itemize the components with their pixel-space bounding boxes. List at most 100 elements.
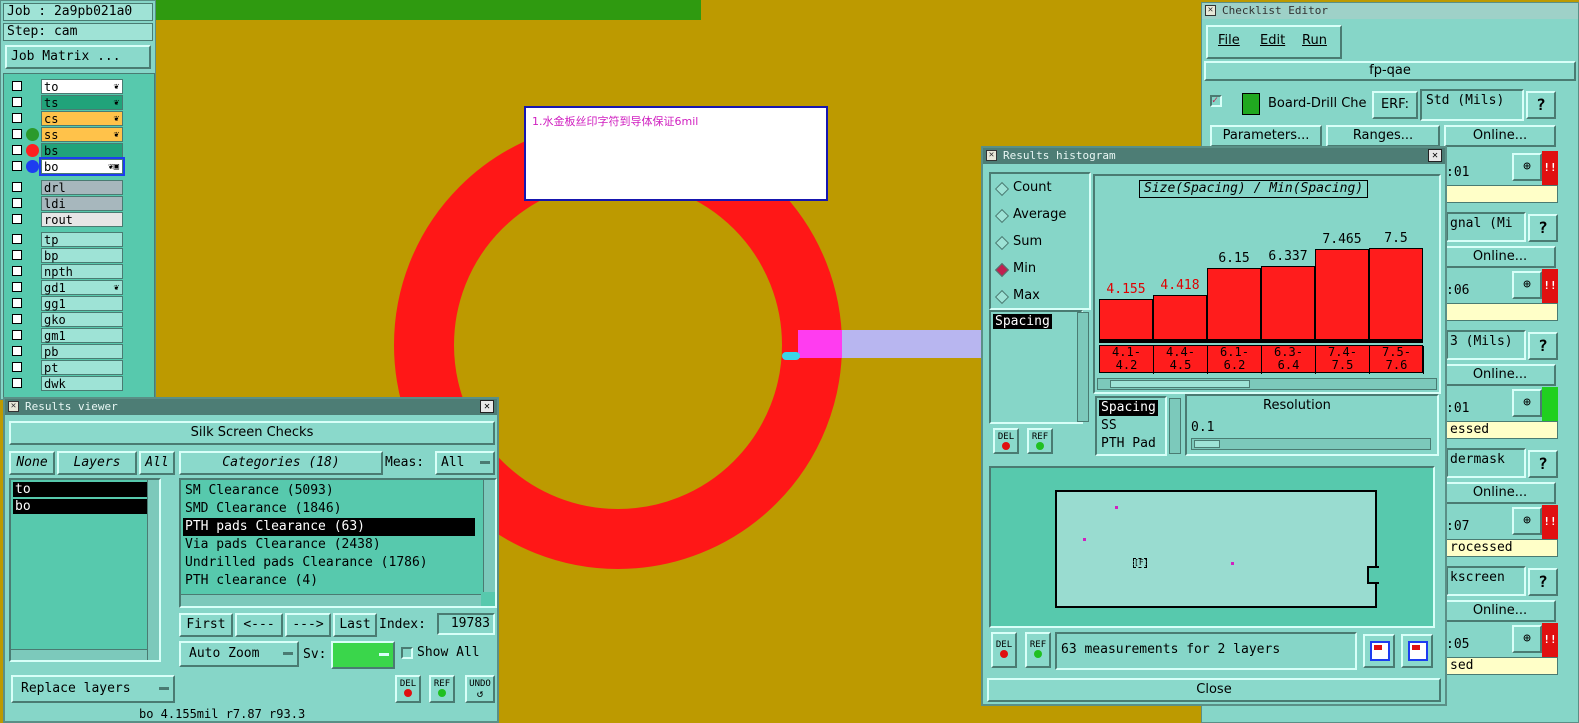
auto-zoom-select[interactable]: Auto Zoom <box>179 641 299 667</box>
layer-checkbox[interactable] <box>12 97 22 107</box>
layer-name[interactable]: gd1 ❦ <box>41 280 123 295</box>
meas-select[interactable]: All <box>435 451 495 475</box>
layer-checkbox[interactable] <box>12 346 22 356</box>
layer-row-drl[interactable]: drl <box>9 180 124 195</box>
layer-row-pt[interactable]: pt <box>9 360 124 375</box>
layer-row-rout[interactable]: rout <box>9 212 124 227</box>
layer-checkbox[interactable] <box>12 266 22 276</box>
board-preview[interactable]: [F] <box>989 466 1435 628</box>
layer-row-gg1[interactable]: gg1 <box>9 296 124 311</box>
job-matrix-button[interactable]: Job Matrix ... <box>5 45 151 69</box>
last-button[interactable]: Last <box>333 613 377 637</box>
online-button[interactable]: Online... <box>1444 246 1556 268</box>
histogram-layer-item[interactable]: PTH Pad <box>1099 436 1158 452</box>
layer-row-ts[interactable]: ts ❦ <box>9 95 124 110</box>
categories-hscroll[interactable] <box>181 594 481 606</box>
replace-layers-select[interactable]: Replace layers <box>11 675 175 703</box>
layer-row-cs[interactable]: cs ❦ <box>9 111 124 126</box>
category-item[interactable]: Via pads Clearance (2438) <box>183 536 475 554</box>
categories-listbox[interactable]: SM Clearance (5093) SMD Clearance (1846) P… <box>179 478 497 608</box>
next-button[interactable]: ---> <box>285 613 331 637</box>
mode-radio-count[interactable] <box>994 181 1010 197</box>
layer-name[interactable]: ss ❦ <box>41 127 123 142</box>
layer-row-tp[interactable]: tp <box>9 232 124 247</box>
none-button[interactable]: None <box>9 451 55 475</box>
layers-listbox[interactable]: to bo <box>9 478 161 662</box>
show-all-checkbox[interactable] <box>401 647 413 659</box>
category-item[interactable]: PTH clearance (4) <box>183 572 475 590</box>
histogram-layer-item[interactable]: Spacing <box>1099 400 1158 416</box>
window-menu-icon[interactable]: ✕ <box>986 150 997 161</box>
layer-checkbox[interactable] <box>12 234 22 244</box>
mode-radio-sum[interactable] <box>994 235 1010 251</box>
spacing-list-item[interactable]: Spacing <box>993 314 1052 329</box>
mode-radio-min[interactable] <box>994 262 1010 278</box>
mode-radio-average[interactable] <box>994 208 1010 224</box>
viewer-layer-item[interactable]: to <box>13 482 151 497</box>
layer-checkbox[interactable] <box>12 250 22 260</box>
histogram-bar[interactable] <box>1153 295 1207 340</box>
checklist-editor-titlebar[interactable]: ✕ Checklist Editor <box>1202 3 1578 19</box>
layer-name[interactable]: bs <box>41 143 123 158</box>
erf-button[interactable]: ERF: <box>1372 91 1418 119</box>
layer-checkbox[interactable] <box>12 145 22 155</box>
layer-name[interactable]: dwk <box>41 376 123 391</box>
layer-name[interactable]: drl <box>41 180 123 195</box>
chart-hscroll[interactable] <box>1097 378 1437 390</box>
layer-name[interactable]: npth <box>41 264 123 279</box>
layer-row-gd1[interactable]: gd1 ❦ <box>9 280 124 295</box>
layer-list-vscroll[interactable] <box>1169 398 1181 454</box>
layers-button[interactable]: Layers <box>57 451 137 475</box>
category-item[interactable]: SM Clearance (5093) <box>183 482 475 500</box>
online-button[interactable]: Online... <box>1444 600 1556 622</box>
help-button[interactable]: ? <box>1528 450 1558 478</box>
menu-edit[interactable]: Edit <box>1260 33 1285 48</box>
spacing-vscroll[interactable] <box>1077 312 1089 422</box>
del-button[interactable]: DEL <box>395 675 421 703</box>
close-button[interactable]: Close <box>987 678 1441 702</box>
online-button[interactable]: Online... <box>1444 482 1556 504</box>
help-button[interactable]: ? <box>1528 568 1558 596</box>
layer-name[interactable]: gko <box>41 312 123 327</box>
help-button-top[interactable]: ? <box>1526 91 1556 119</box>
window-menu-icon[interactable]: ✕ <box>1205 5 1216 16</box>
sv-color-select[interactable] <box>331 641 395 669</box>
mode-label[interactable]: Max <box>1013 288 1040 303</box>
histogram-bar[interactable] <box>1261 266 1315 340</box>
layer-affected-icon[interactable] <box>26 160 39 173</box>
ref-button-top[interactable]: REF <box>1027 428 1053 454</box>
layer-checkbox[interactable] <box>12 378 22 388</box>
layer-row-dwk[interactable]: dwk <box>9 376 124 391</box>
histogram-titlebar[interactable]: ✕ Results histogram ✕ <box>983 148 1445 164</box>
all-layers-button[interactable]: All <box>139 451 175 475</box>
menu-run[interactable]: Run <box>1302 33 1327 48</box>
layer-checkbox[interactable] <box>12 129 22 139</box>
online-button[interactable]: Online... <box>1444 364 1556 386</box>
layer-name[interactable]: pt <box>41 360 123 375</box>
close-icon[interactable]: ✕ <box>480 400 494 413</box>
layer-name[interactable]: gg1 <box>41 296 123 311</box>
layer-row-npth[interactable]: npth <box>9 264 124 279</box>
export-data-button[interactable] <box>1401 634 1433 668</box>
ref-button[interactable]: REF <box>429 675 455 703</box>
layer-row-bp[interactable]: bp <box>9 248 124 263</box>
histogram-bar[interactable] <box>1369 248 1423 340</box>
histogram-bar[interactable] <box>1207 268 1261 340</box>
layer-name[interactable]: pb <box>41 344 123 359</box>
mode-label[interactable]: Sum <box>1013 234 1042 249</box>
layers-vscroll[interactable] <box>147 480 159 660</box>
categories-button[interactable]: Categories (18) <box>179 451 383 475</box>
index-field[interactable]: 19783 <box>437 613 495 635</box>
category-item[interactable]: SMD Clearance (1846) <box>183 500 475 518</box>
category-item[interactable]: PTH pads Clearance (63) <box>183 518 475 536</box>
zoom-button[interactable]: ⊕ <box>1512 389 1542 417</box>
layer-checkbox[interactable] <box>12 198 22 208</box>
prev-button[interactable]: <--- <box>235 613 283 637</box>
layer-row-bo[interactable]: bo ❦▣ <box>9 157 125 176</box>
mode-label[interactable]: Average <box>1013 207 1066 222</box>
viewer-layer-item[interactable]: bo <box>13 499 151 514</box>
del-button-bottom[interactable]: DEL <box>991 632 1017 668</box>
spacing-list-box[interactable]: Spacing <box>989 310 1083 424</box>
layer-name[interactable]: ldi <box>41 196 123 211</box>
chart-hscroll-thumb[interactable] <box>1110 380 1250 388</box>
